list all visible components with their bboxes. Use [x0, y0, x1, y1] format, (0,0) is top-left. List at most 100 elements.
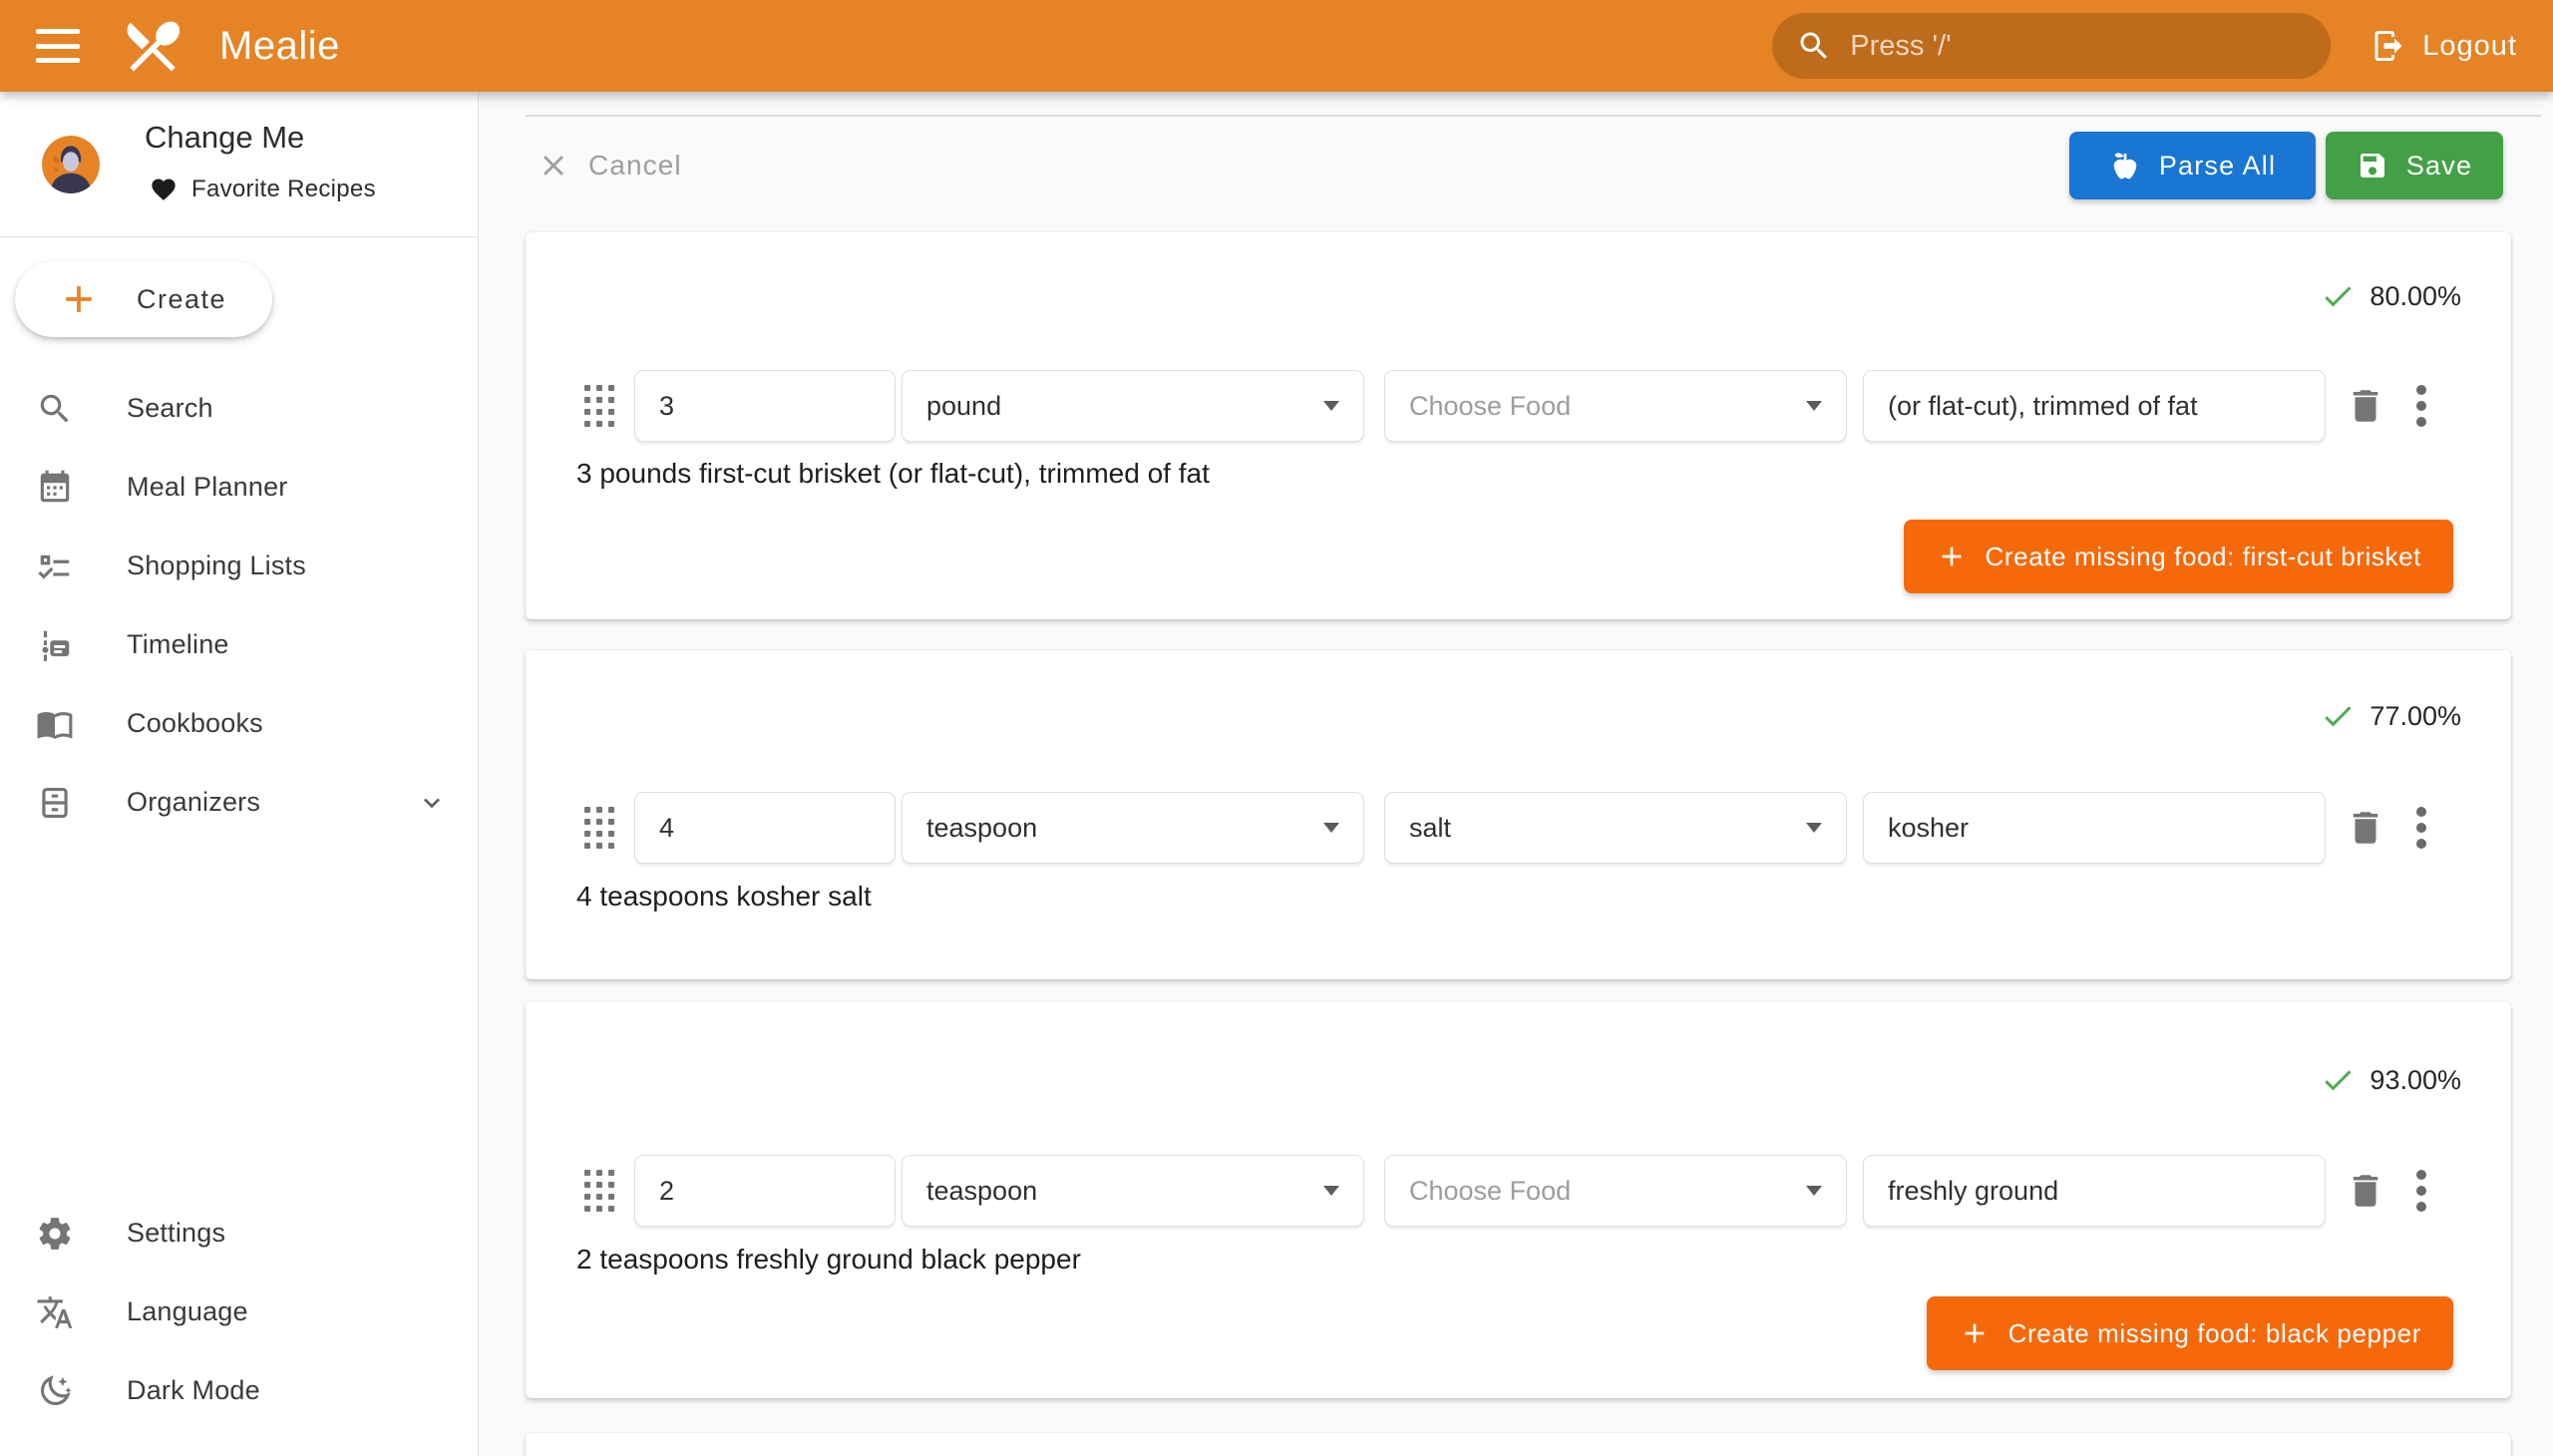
unit-select[interactable]: pound [902, 370, 1364, 442]
sidebar-item-shopping-lists[interactable]: Shopping Lists [0, 527, 478, 605]
chevron-down-icon [416, 787, 448, 819]
book-open-icon [36, 705, 74, 743]
timeline-icon [36, 626, 74, 664]
create-missing-food-button[interactable]: Create missing food: black pepper [1927, 1296, 2453, 1370]
food-select[interactable]: Choose Food [1384, 370, 1847, 442]
confidence-indicator: 77.00% [2320, 696, 2461, 736]
quantity-input[interactable] [634, 1155, 896, 1227]
create-button[interactable]: Create [15, 261, 272, 337]
save-icon [2357, 150, 2388, 182]
dots-vertical-icon [2416, 1170, 2426, 1180]
favorites-label: Favorite Recipes [191, 176, 376, 203]
section-divider [526, 115, 2541, 117]
search-icon [1796, 28, 1832, 64]
logout-icon [2371, 28, 2406, 64]
delete-ingredient-button[interactable] [2342, 382, 2389, 430]
global-search[interactable] [1772, 13, 2331, 79]
quantity-input[interactable] [634, 792, 896, 864]
sidebar-item-language[interactable]: Language [0, 1273, 478, 1351]
search-input[interactable] [1850, 30, 2307, 63]
cancel-button[interactable]: Cancel [537, 132, 682, 199]
favorite-recipes-link[interactable]: Favorite Recipes [150, 176, 376, 203]
note-input[interactable] [1863, 370, 2326, 442]
sidebar-item-search[interactable]: Search [0, 369, 478, 448]
confidence-value: 80.00% [2370, 281, 2461, 312]
mealie-logo-icon [120, 13, 185, 79]
missing-food-row: Create missing food: first-cut brisket [1904, 520, 2454, 593]
ingredient-input-row: pound Choose Food [526, 370, 2511, 442]
ingredient-card: 93.00% teaspoon Choose Food [526, 1002, 2511, 1398]
dropdown-caret-icon [1806, 823, 1822, 833]
save-label: Save [2406, 151, 2472, 182]
organizer-icon [36, 784, 74, 822]
create-label: Create [137, 284, 226, 315]
missing-food-row: Create missing food: black pepper [1927, 1296, 2453, 1370]
close-icon [537, 149, 570, 182]
original-ingredient-text: 4 teaspoons kosher salt [576, 881, 872, 912]
avatar[interactable] [42, 136, 100, 193]
user-block[interactable]: Change Me Favorite Recipes [0, 92, 478, 236]
logout-label: Logout [2422, 30, 2517, 63]
check-icon [2320, 278, 2356, 314]
translate-icon [36, 1293, 74, 1331]
moon-icon [36, 1372, 74, 1410]
calendar-icon [36, 469, 74, 507]
food-select[interactable]: Choose Food [1384, 1155, 1847, 1227]
more-menu-button[interactable] [2397, 804, 2445, 852]
sidebar-item-dark-mode[interactable]: Dark Mode [0, 1351, 478, 1430]
note-input[interactable] [1863, 792, 2326, 864]
food-select[interactable]: salt [1384, 792, 1847, 864]
ingredient-card: 80.00% pound Choose Food [526, 232, 2511, 619]
dropdown-caret-icon [1323, 1186, 1339, 1196]
unit-select[interactable]: teaspoon [902, 792, 1364, 864]
sidebar: Change Me Favorite Recipes Create Search [0, 92, 479, 1456]
create-missing-food-button[interactable]: Create missing food: first-cut brisket [1904, 520, 2454, 593]
more-menu-button[interactable] [2397, 382, 2445, 430]
trash-icon [2345, 385, 2386, 427]
note-input[interactable] [1863, 1155, 2326, 1227]
drag-handle-icon[interactable] [581, 1170, 617, 1212]
check-icon [2320, 698, 2356, 734]
user-name: Change Me [145, 120, 304, 156]
sidebar-item-meal-planner[interactable]: Meal Planner [0, 448, 478, 527]
sidebar-footer: Settings Language Dark Mode [0, 1194, 478, 1430]
confidence-value: 77.00% [2370, 701, 2461, 732]
parse-all-button[interactable]: Parse All [2069, 132, 2316, 199]
delete-ingredient-button[interactable] [2342, 1167, 2389, 1215]
confidence-value: 93.00% [2370, 1065, 2461, 1096]
search-icon [36, 390, 74, 428]
save-button[interactable]: Save [2326, 132, 2503, 199]
quantity-input[interactable] [634, 370, 896, 442]
plus-icon [57, 277, 101, 321]
menu-icon[interactable] [36, 29, 80, 63]
cancel-label: Cancel [588, 150, 682, 182]
sidebar-nav: Search Meal Planner Shopping Lists [0, 369, 478, 842]
dots-vertical-icon [2416, 807, 2426, 817]
more-menu-button[interactable] [2397, 1167, 2445, 1215]
sidebar-item-organizers[interactable]: Organizers [0, 763, 478, 842]
app-topbar: Mealie Logout [0, 0, 2553, 92]
drag-handle-icon[interactable] [581, 807, 617, 849]
sidebar-item-cookbooks[interactable]: Cookbooks [0, 684, 478, 763]
heart-icon [150, 176, 178, 203]
mealie-app: Mealie Logout [0, 0, 2553, 1456]
dropdown-caret-icon [1323, 401, 1339, 411]
ingredient-input-row: teaspoon Choose Food [526, 1155, 2511, 1227]
trash-icon [2345, 1170, 2386, 1212]
trash-icon [2345, 807, 2386, 849]
plus-icon [1936, 541, 1968, 572]
apple-icon [2109, 150, 2141, 182]
sidebar-item-settings[interactable]: Settings [0, 1194, 478, 1273]
delete-ingredient-button[interactable] [2342, 804, 2389, 852]
dropdown-caret-icon [1323, 823, 1339, 833]
confidence-indicator: 80.00% [2320, 276, 2461, 316]
sidebar-item-timeline[interactable]: Timeline [0, 605, 478, 684]
logout-button[interactable]: Logout [2371, 28, 2517, 64]
ingredient-card: 77.00% teaspoon salt [526, 650, 2511, 979]
dots-vertical-icon [2416, 385, 2426, 395]
drag-handle-icon[interactable] [581, 385, 617, 427]
unit-select[interactable]: teaspoon [902, 1155, 1364, 1227]
original-ingredient-text: 2 teaspoons freshly ground black pepper [576, 1244, 1081, 1275]
app-title: Mealie [219, 24, 340, 69]
ingredient-parser-panel: Cancel Parse All Save 80.00% [479, 92, 2553, 1456]
